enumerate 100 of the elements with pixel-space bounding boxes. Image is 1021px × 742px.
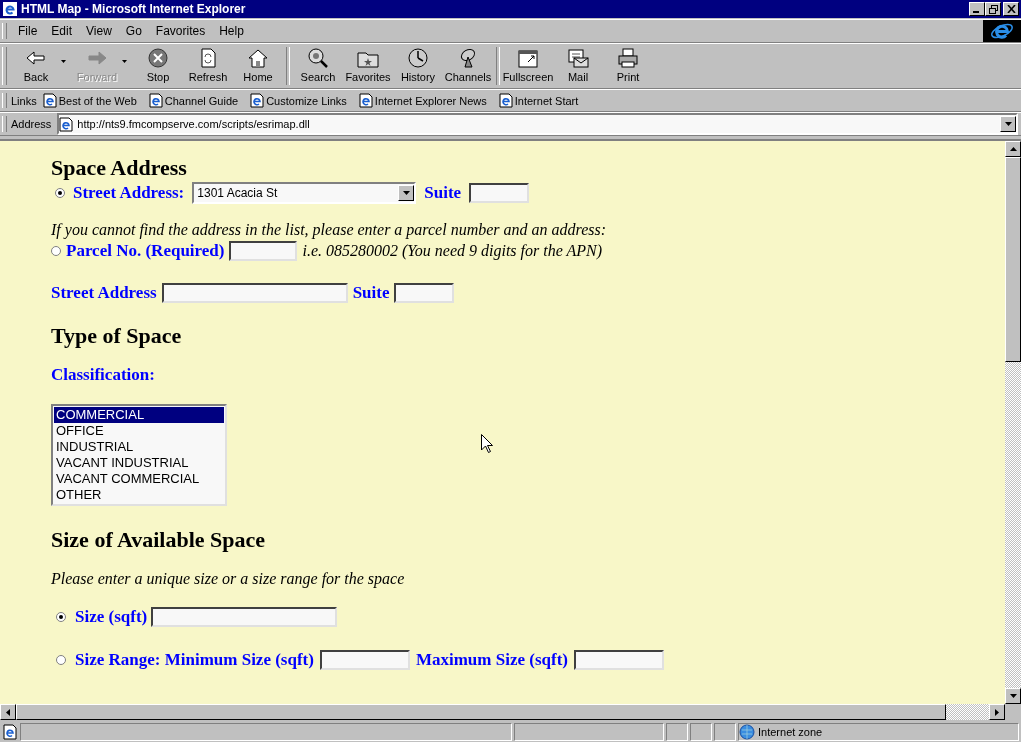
link-text[interactable]: Internet Explorer News (374, 94, 487, 107)
down-arrow-icon (1009, 694, 1017, 698)
field-label: Parcel No. (Required) (66, 241, 225, 261)
printer-icon (616, 47, 640, 69)
page-icon (59, 116, 74, 132)
list-option[interactable]: VACANT COMMERCIAL (54, 471, 224, 487)
address-field[interactable]: http://nts9.fmcompserve.com/scripts/esrimap.dll (57, 113, 1018, 135)
page-icon (250, 93, 265, 108)
toolbar-button[interactable]: Stop (133, 46, 183, 86)
menu-item[interactable]: Help (212, 24, 251, 38)
dropdown-button[interactable] (1000, 116, 1016, 132)
minimum-size-field[interactable] (319, 650, 410, 670)
scroll-thumb[interactable] (1005, 157, 1021, 362)
toolbar-button[interactable]: Mail (553, 46, 603, 86)
page-icon (42, 93, 57, 108)
street-address-field[interactable] (161, 283, 348, 303)
scroll-up-button[interactable] (1005, 141, 1021, 157)
toolbar-button[interactable]: Print (603, 46, 653, 86)
restore-icon (988, 4, 998, 14)
toolbar-button[interactable]: Channels (443, 46, 493, 86)
left-arrow-icon (6, 708, 10, 716)
status-pane (666, 723, 688, 741)
address-dropdown[interactable]: 1301 Acacia St (192, 182, 417, 204)
caret-icon (1004, 122, 1012, 126)
size-field[interactable] (151, 607, 338, 627)
scroll-right-button[interactable] (989, 704, 1005, 720)
right-arrow-icon (995, 708, 999, 716)
field-label: Size (sqft) (75, 607, 148, 627)
page-icon (2, 1, 18, 17)
status-pane (714, 723, 736, 741)
dropdown-button[interactable] (398, 185, 415, 201)
address-label: Address (11, 118, 52, 130)
caret-icon (402, 191, 410, 195)
mail-icon (566, 47, 590, 69)
list-option[interactable]: OTHER (54, 487, 224, 503)
list-option[interactable]: COMMERCIAL (54, 407, 224, 423)
suite-field[interactable] (394, 283, 455, 303)
scroll-down-button[interactable] (1005, 688, 1021, 704)
field-label: Suite (352, 283, 390, 303)
close-icon (1006, 5, 1016, 13)
section-heading: Space Address (51, 155, 188, 181)
page-icon (498, 93, 513, 108)
field-label: Maximum Size (sqft) (415, 650, 568, 670)
list-option[interactable]: OFFICE (54, 423, 224, 439)
menu-item[interactable]: File (11, 24, 45, 38)
classification-listbox[interactable]: COMMERCIAL OFFICE INDUSTRIAL VACANT INDUSTRIAL VACANT COMMERCIAL OTHER (51, 404, 227, 506)
instruction-text: Please enter a unique size or a size range for the space (51, 570, 406, 588)
link-text[interactable]: Customize Links (266, 94, 347, 107)
instruction-text: If you cannot find the address in the list, please enter a parcel number and an address: (51, 221, 608, 239)
field-label: Suite (424, 183, 462, 203)
restore-button[interactable] (985, 2, 1001, 16)
zone-label: Internet zone (758, 726, 823, 738)
radio-button[interactable] (51, 246, 61, 256)
clock-icon (406, 47, 430, 69)
menu-item[interactable]: Go (118, 24, 149, 38)
menu-item[interactable]: Edit (44, 24, 80, 38)
section-heading: Type of Space (51, 323, 183, 349)
section-heading: Size of Available Space (51, 527, 267, 553)
suite-field[interactable] (469, 183, 530, 203)
field-label: Street Address: (73, 183, 185, 203)
maximum-size-field[interactable] (573, 650, 664, 670)
scroll-left-button[interactable] (0, 704, 16, 720)
link-text[interactable]: Best of the Web (58, 94, 137, 107)
stop-icon (146, 47, 170, 69)
radio-button[interactable] (55, 188, 65, 198)
toolbar-button[interactable]: Back (11, 46, 61, 86)
menu-item[interactable]: View (79, 24, 119, 38)
field-label: Classification: (51, 365, 156, 385)
radio-button[interactable] (56, 655, 66, 665)
toolbar-button[interactable]: Refresh (183, 46, 233, 86)
up-arrow-icon (1009, 147, 1017, 151)
page-icon (148, 93, 163, 108)
search-icon (306, 47, 330, 69)
toolbar-button[interactable]: History (393, 46, 443, 86)
close-button[interactable] (1003, 2, 1019, 16)
link-text[interactable]: Internet Start (514, 94, 579, 107)
url-text: http://nts9.fmcompserve.com/scripts/esrimap.dll (77, 118, 311, 130)
page-icon (2, 724, 18, 740)
parcel-field[interactable] (229, 241, 298, 261)
page-icon (358, 93, 373, 108)
toolbar-button[interactable]: Search (293, 46, 343, 86)
mouse-cursor-icon (481, 434, 493, 453)
menu-item[interactable]: Favorites (148, 24, 213, 38)
field-label: Street Address (51, 283, 157, 303)
minimize-button[interactable] (969, 2, 985, 16)
globe-icon (739, 724, 755, 740)
status-pane (690, 723, 712, 741)
radio-button[interactable] (56, 612, 66, 622)
vertical-scrollbar[interactable] (1005, 141, 1021, 704)
toolbar-button[interactable]: Fullscreen (503, 46, 553, 86)
link-text[interactable]: Channel Guide (164, 94, 239, 107)
field-label: Size Range: Minimum Size (sqft) (75, 650, 314, 670)
window-title: HTML Map - Microsoft Internet Explorer (21, 2, 247, 16)
home-icon (246, 47, 270, 69)
toolbar-button[interactable]: Home (233, 46, 283, 86)
list-option[interactable]: VACANT INDUSTRIAL (54, 455, 224, 471)
caret-icon[interactable] (61, 59, 66, 63)
window-icon (516, 47, 540, 69)
toolbar-button[interactable]: Favorites (343, 46, 393, 86)
list-option[interactable]: INDUSTRIAL (54, 439, 224, 455)
